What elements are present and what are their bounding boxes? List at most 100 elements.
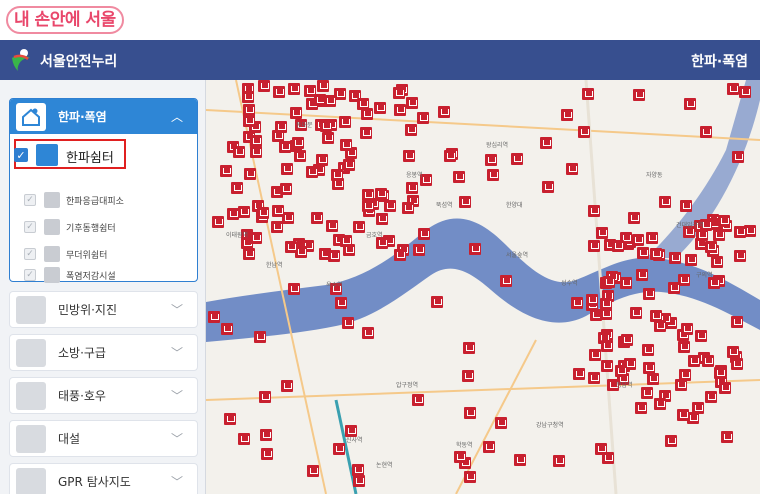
shelter-marker-icon[interactable] (643, 288, 655, 300)
shelter-marker-icon[interactable] (243, 115, 255, 127)
shelter-marker-icon[interactable] (292, 137, 304, 149)
shelter-marker-icon[interactable] (630, 307, 642, 319)
shelter-marker-icon[interactable] (700, 126, 712, 138)
shelter-marker-icon[interactable] (250, 232, 262, 244)
shelter-marker-icon[interactable] (596, 227, 608, 239)
panel-snow-header[interactable]: 대설 ﹀ (10, 421, 197, 456)
shelter-marker-icon[interactable] (646, 232, 658, 244)
shelter-marker-icon[interactable] (221, 323, 233, 335)
shelter-marker-icon[interactable] (220, 165, 232, 177)
shelter-marker-icon[interactable] (290, 107, 302, 119)
shelter-marker-icon[interactable] (654, 320, 666, 332)
shelter-marker-icon[interactable] (353, 221, 365, 233)
shelter-marker-icon[interactable] (233, 146, 245, 158)
shelter-marker-icon[interactable] (601, 340, 613, 352)
shelter-marker-icon[interactable] (243, 248, 255, 260)
shelter-marker-icon[interactable] (322, 132, 334, 144)
shelter-marker-icon[interactable] (376, 213, 388, 225)
shelter-marker-icon[interactable] (259, 391, 271, 403)
shelter-marker-icon[interactable] (231, 182, 243, 194)
shelter-marker-icon[interactable] (665, 435, 677, 447)
shelter-marker-icon[interactable] (271, 221, 283, 233)
shelter-marker-icon[interactable] (340, 235, 352, 247)
chevron-down-icon[interactable]: ﹀ (171, 301, 185, 318)
shelter-marker-icon[interactable] (731, 316, 743, 328)
shelter-marker-icon[interactable] (250, 135, 262, 147)
shelter-marker-icon[interactable] (463, 342, 475, 354)
shelter-marker-icon[interactable] (393, 87, 405, 99)
shelter-marker-icon[interactable] (684, 98, 696, 110)
shelter-marker-icon[interactable] (589, 349, 601, 361)
shelter-marker-icon[interactable] (603, 276, 615, 288)
shelter-marker-icon[interactable] (224, 413, 236, 425)
shelter-marker-icon[interactable] (362, 200, 374, 212)
shelter-marker-icon[interactable] (635, 402, 647, 414)
chevron-down-icon[interactable]: ﹀ (171, 387, 185, 404)
shelter-marker-icon[interactable] (714, 367, 726, 379)
shelter-marker-icon[interactable] (335, 297, 347, 309)
shelter-marker-icon[interactable] (260, 429, 272, 441)
shelter-marker-icon[interactable] (495, 417, 507, 429)
shelter-marker-icon[interactable] (333, 443, 345, 455)
shelter-marker-icon[interactable] (258, 80, 270, 92)
shelter-marker-icon[interactable] (711, 256, 723, 268)
shelter-marker-icon[interactable] (511, 153, 523, 165)
shelter-marker-icon[interactable] (281, 163, 293, 175)
shelter-marker-icon[interactable] (328, 250, 340, 262)
shelter-marker-icon[interactable] (588, 372, 600, 384)
shelter-marker-icon[interactable] (677, 409, 689, 421)
shelter-marker-icon[interactable] (311, 212, 323, 224)
shelter-marker-icon[interactable] (208, 311, 220, 323)
shelter-marker-icon[interactable] (459, 196, 471, 208)
shelter-marker-icon[interactable] (464, 471, 476, 483)
shelter-marker-icon[interactable] (540, 137, 552, 149)
shelter-marker-icon[interactable] (734, 226, 746, 238)
shelter-marker-icon[interactable] (272, 205, 284, 217)
shelter-marker-icon[interactable] (288, 83, 300, 95)
shelter-marker-icon[interactable] (454, 451, 466, 463)
shelter-marker-icon[interactable] (285, 241, 297, 253)
layer-item-cold-shelter[interactable]: ✓ 한파쉼터 (10, 139, 197, 171)
shelter-marker-icon[interactable] (469, 243, 481, 255)
shelter-marker-icon[interactable] (727, 83, 739, 95)
shelter-marker-icon[interactable] (727, 346, 739, 358)
shelter-marker-icon[interactable] (642, 344, 654, 356)
shelter-marker-icon[interactable] (316, 154, 328, 166)
shelter-marker-icon[interactable] (332, 178, 344, 190)
panel-gpr-header[interactable]: GPR 탐사지도 ﹀ (10, 464, 197, 494)
shelter-marker-icon[interactable] (374, 102, 386, 114)
shelter-marker-icon[interactable] (243, 104, 255, 116)
shelter-marker-icon[interactable] (394, 249, 406, 261)
shelter-marker-icon[interactable] (238, 433, 250, 445)
shelter-marker-icon[interactable] (403, 150, 415, 162)
panel-fire-rescue-header[interactable]: 소방·구급 ﹀ (10, 335, 197, 370)
shelter-marker-icon[interactable] (462, 370, 474, 382)
shelter-marker-icon[interactable] (601, 360, 613, 372)
brand-logo[interactable]: 내 손안에 서울 (6, 6, 124, 34)
shelter-marker-icon[interactable] (578, 126, 590, 138)
shelter-marker-icon[interactable] (280, 183, 292, 195)
shelter-marker-icon[interactable] (680, 200, 692, 212)
climate-shelter-checkbox[interactable]: ✓ (24, 221, 36, 233)
shelter-marker-icon[interactable] (647, 373, 659, 385)
shelter-marker-icon[interactable] (636, 269, 648, 281)
shelter-marker-icon[interactable] (360, 127, 372, 139)
shelter-marker-icon[interactable] (405, 124, 417, 136)
shelter-marker-icon[interactable] (632, 234, 644, 246)
chevron-down-icon[interactable]: ﹀ (171, 344, 185, 361)
shelter-marker-icon[interactable] (281, 380, 293, 392)
shelter-marker-icon[interactable] (384, 200, 396, 212)
shelter-marker-icon[interactable] (340, 139, 352, 151)
shelter-marker-icon[interactable] (418, 228, 430, 240)
shelter-marker-icon[interactable] (633, 89, 645, 101)
shelter-marker-icon[interactable] (279, 141, 291, 153)
shelter-marker-icon[interactable] (641, 387, 653, 399)
shelter-marker-icon[interactable] (713, 229, 725, 241)
shelter-marker-icon[interactable] (659, 196, 671, 208)
shelter-marker-icon[interactable] (721, 431, 733, 443)
shelter-marker-icon[interactable] (306, 166, 318, 178)
layer-item-heat-shelter[interactable]: ✓ 무더위쉼터 (10, 241, 197, 267)
shelter-marker-icon[interactable] (739, 86, 751, 98)
shelter-marker-icon[interactable] (342, 317, 354, 329)
shelter-marker-icon[interactable] (705, 391, 717, 403)
